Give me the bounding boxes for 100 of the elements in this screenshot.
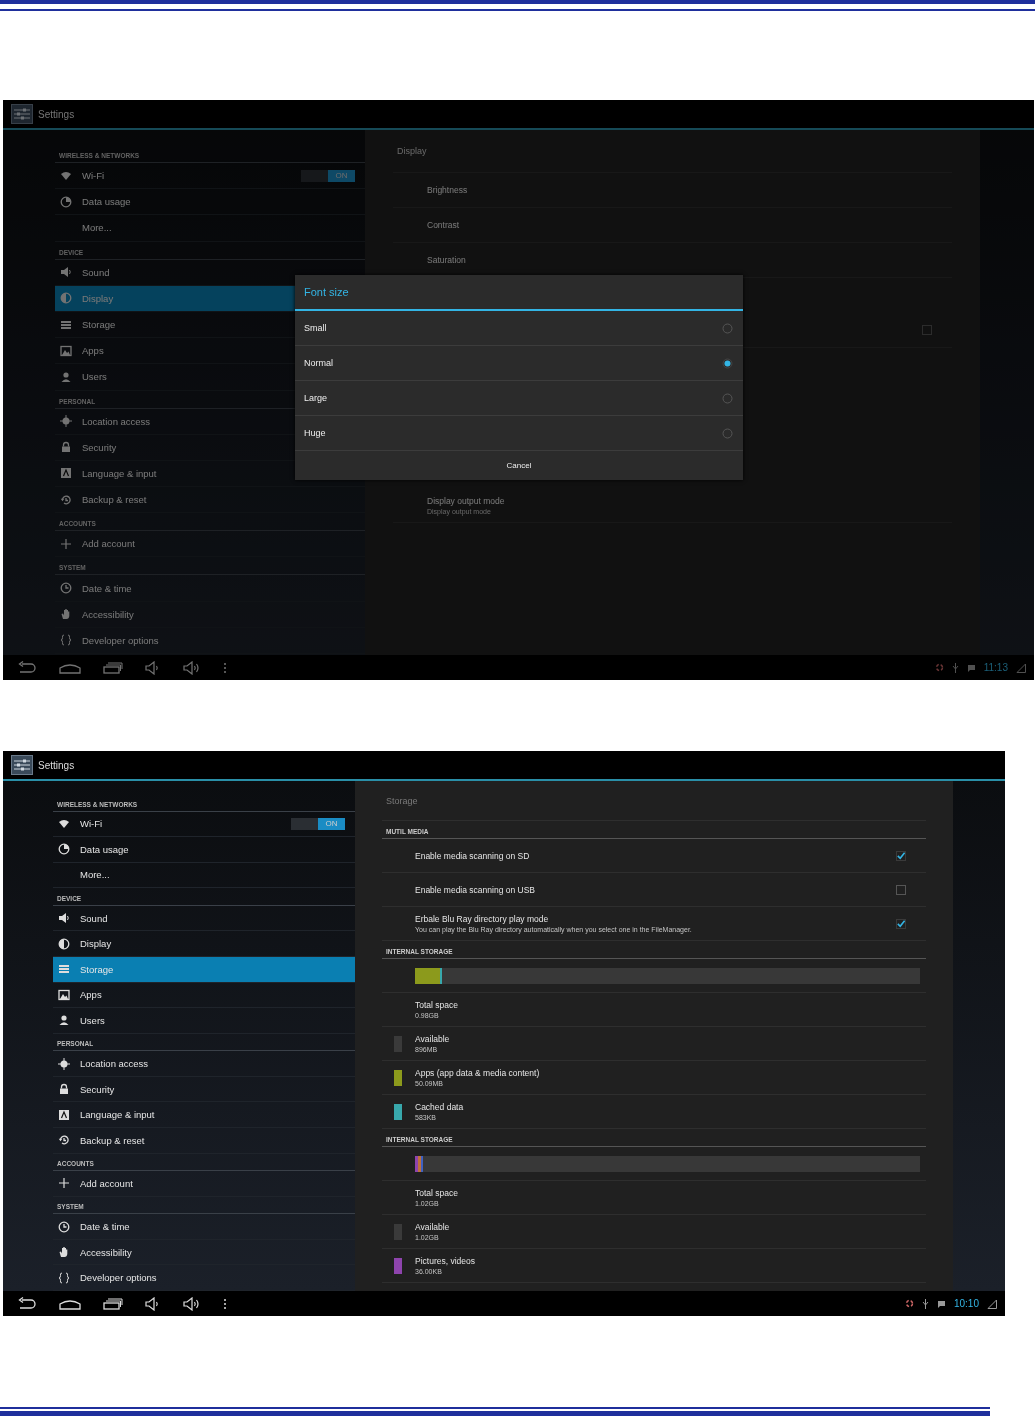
lock-icon [58, 1083, 70, 1096]
keyboard-icon [58, 1108, 70, 1121]
settings-item[interactable]: Location access [53, 1051, 355, 1077]
settings-app-icon [11, 104, 33, 124]
settings-item[interactable]: Developer options [55, 627, 365, 654]
settings-item[interactable]: Backup & reset [55, 487, 365, 514]
check-icon [897, 919, 905, 928]
hand-icon [60, 608, 72, 621]
settings-item[interactable]: Data usage [53, 837, 355, 863]
speaker-icon [58, 912, 70, 925]
restore-icon [58, 1134, 70, 1147]
checkbox[interactable] [922, 325, 932, 335]
storage-icon [60, 318, 72, 331]
setting-title[interactable]: Erbale Blu Ray directory play mode [415, 914, 896, 924]
radio-option[interactable]: Large [295, 381, 743, 416]
settings-item[interactable]: Sound [53, 905, 355, 932]
setting-title[interactable]: Enable media scanning on SD [415, 850, 896, 861]
lock-icon [60, 441, 72, 454]
braces-icon [58, 1271, 70, 1284]
settings-item[interactable]: Data usage [55, 189, 365, 216]
settings-item[interactable]: Date & time [53, 1214, 355, 1240]
back-icon[interactable] [17, 1296, 37, 1311]
person-icon [60, 370, 72, 383]
settings-app-icon [11, 755, 33, 775]
cancel-button[interactable]: Cancel [295, 451, 743, 480]
radio-option[interactable]: Normal [295, 346, 743, 381]
wifi-icon [60, 169, 72, 182]
window-title: Settings [38, 108, 75, 120]
clock: 10:10 [953, 1298, 979, 1309]
pie-chart-icon [58, 843, 70, 856]
radio-icon[interactable] [722, 322, 733, 334]
storage-icon [58, 963, 70, 976]
settings-item[interactable]: Accessibility [55, 601, 365, 628]
restore-icon [60, 493, 72, 506]
menu-icon[interactable] [223, 1297, 227, 1310]
settings-item[interactable]: More... [53, 862, 355, 889]
plus-icon [58, 1177, 70, 1190]
settings-item[interactable]: Security [53, 1076, 355, 1103]
setting-title: Apps (app data & media content) [415, 1068, 541, 1078]
wifi-icon [58, 817, 70, 830]
home-icon[interactable] [59, 1297, 81, 1310]
setting-title: Total space [415, 1188, 459, 1198]
settings-item[interactable]: Language & input [53, 1102, 355, 1129]
half-circle-icon [58, 937, 70, 950]
setting-title[interactable]: Saturation [427, 255, 952, 265]
radio-selected-icon[interactable] [722, 357, 733, 369]
settings-item[interactable]: Apps [53, 982, 355, 1009]
recent-apps-icon[interactable] [103, 1297, 123, 1310]
half-circle-icon [60, 292, 72, 305]
plus-icon [60, 537, 72, 550]
setting-title: Pictures, videos [415, 1256, 476, 1266]
hand-icon [58, 1246, 70, 1259]
usb-icon [951, 662, 959, 673]
radio-icon[interactable] [722, 392, 733, 404]
checkbox[interactable] [896, 918, 906, 929]
radio-option[interactable]: Small [295, 311, 743, 346]
signal-icon [1016, 662, 1026, 673]
dialog-title: Font size [295, 275, 743, 311]
settings-item[interactable]: Wi-Fi ON [55, 163, 365, 190]
clock-icon [58, 1220, 70, 1233]
settings-item[interactable]: Add account [53, 1171, 355, 1197]
clock: 11:13 [983, 662, 1008, 673]
settings-item[interactable]: More... [55, 215, 365, 242]
settings-item[interactable]: Wi-Fi ON [53, 811, 355, 838]
picture-icon [58, 988, 70, 1001]
setting-title[interactable]: Contrast [427, 220, 952, 230]
volume-down-icon[interactable] [145, 1296, 161, 1311]
checkbox[interactable] [896, 884, 906, 895]
radio-icon[interactable] [722, 427, 733, 439]
clock-icon [60, 582, 72, 595]
settings-item[interactable]: Accessibility [53, 1239, 355, 1266]
settings-item[interactable]: Date & time [55, 575, 365, 602]
sync-icon [904, 1299, 914, 1308]
keyboard-icon [60, 467, 72, 480]
signal-icon [987, 1298, 997, 1309]
speaker-icon [60, 266, 72, 279]
settings-item[interactable]: Storage [53, 956, 355, 983]
settings-item[interactable]: Backup & reset [53, 1128, 355, 1154]
target-icon [60, 415, 72, 428]
setting-title: Cached data [415, 1102, 465, 1112]
setting-title[interactable]: Enable media scanning on USB [415, 884, 896, 895]
checkbox[interactable] [896, 850, 906, 861]
picture-icon [60, 344, 72, 357]
settings-item[interactable]: Display [53, 931, 355, 957]
setting-title: Total space [415, 1000, 459, 1010]
settings-item[interactable]: Add account [55, 531, 365, 558]
check-icon [897, 851, 905, 860]
braces-icon [60, 634, 72, 647]
volume-up-icon[interactable] [183, 1296, 201, 1311]
setting-title: Available [415, 1222, 451, 1232]
target-icon [58, 1057, 70, 1070]
setting-title[interactable]: Brightness [427, 185, 952, 195]
setting-title: Available [415, 1034, 451, 1044]
usb-icon [921, 1298, 929, 1309]
settings-item[interactable]: Users [53, 1008, 355, 1034]
person-icon [58, 1014, 70, 1027]
chat-icon [936, 1299, 946, 1308]
pane-title: Storage [386, 795, 418, 806]
pie-chart-icon [60, 195, 72, 208]
setting-title[interactable]: Display output mode [427, 495, 952, 506]
